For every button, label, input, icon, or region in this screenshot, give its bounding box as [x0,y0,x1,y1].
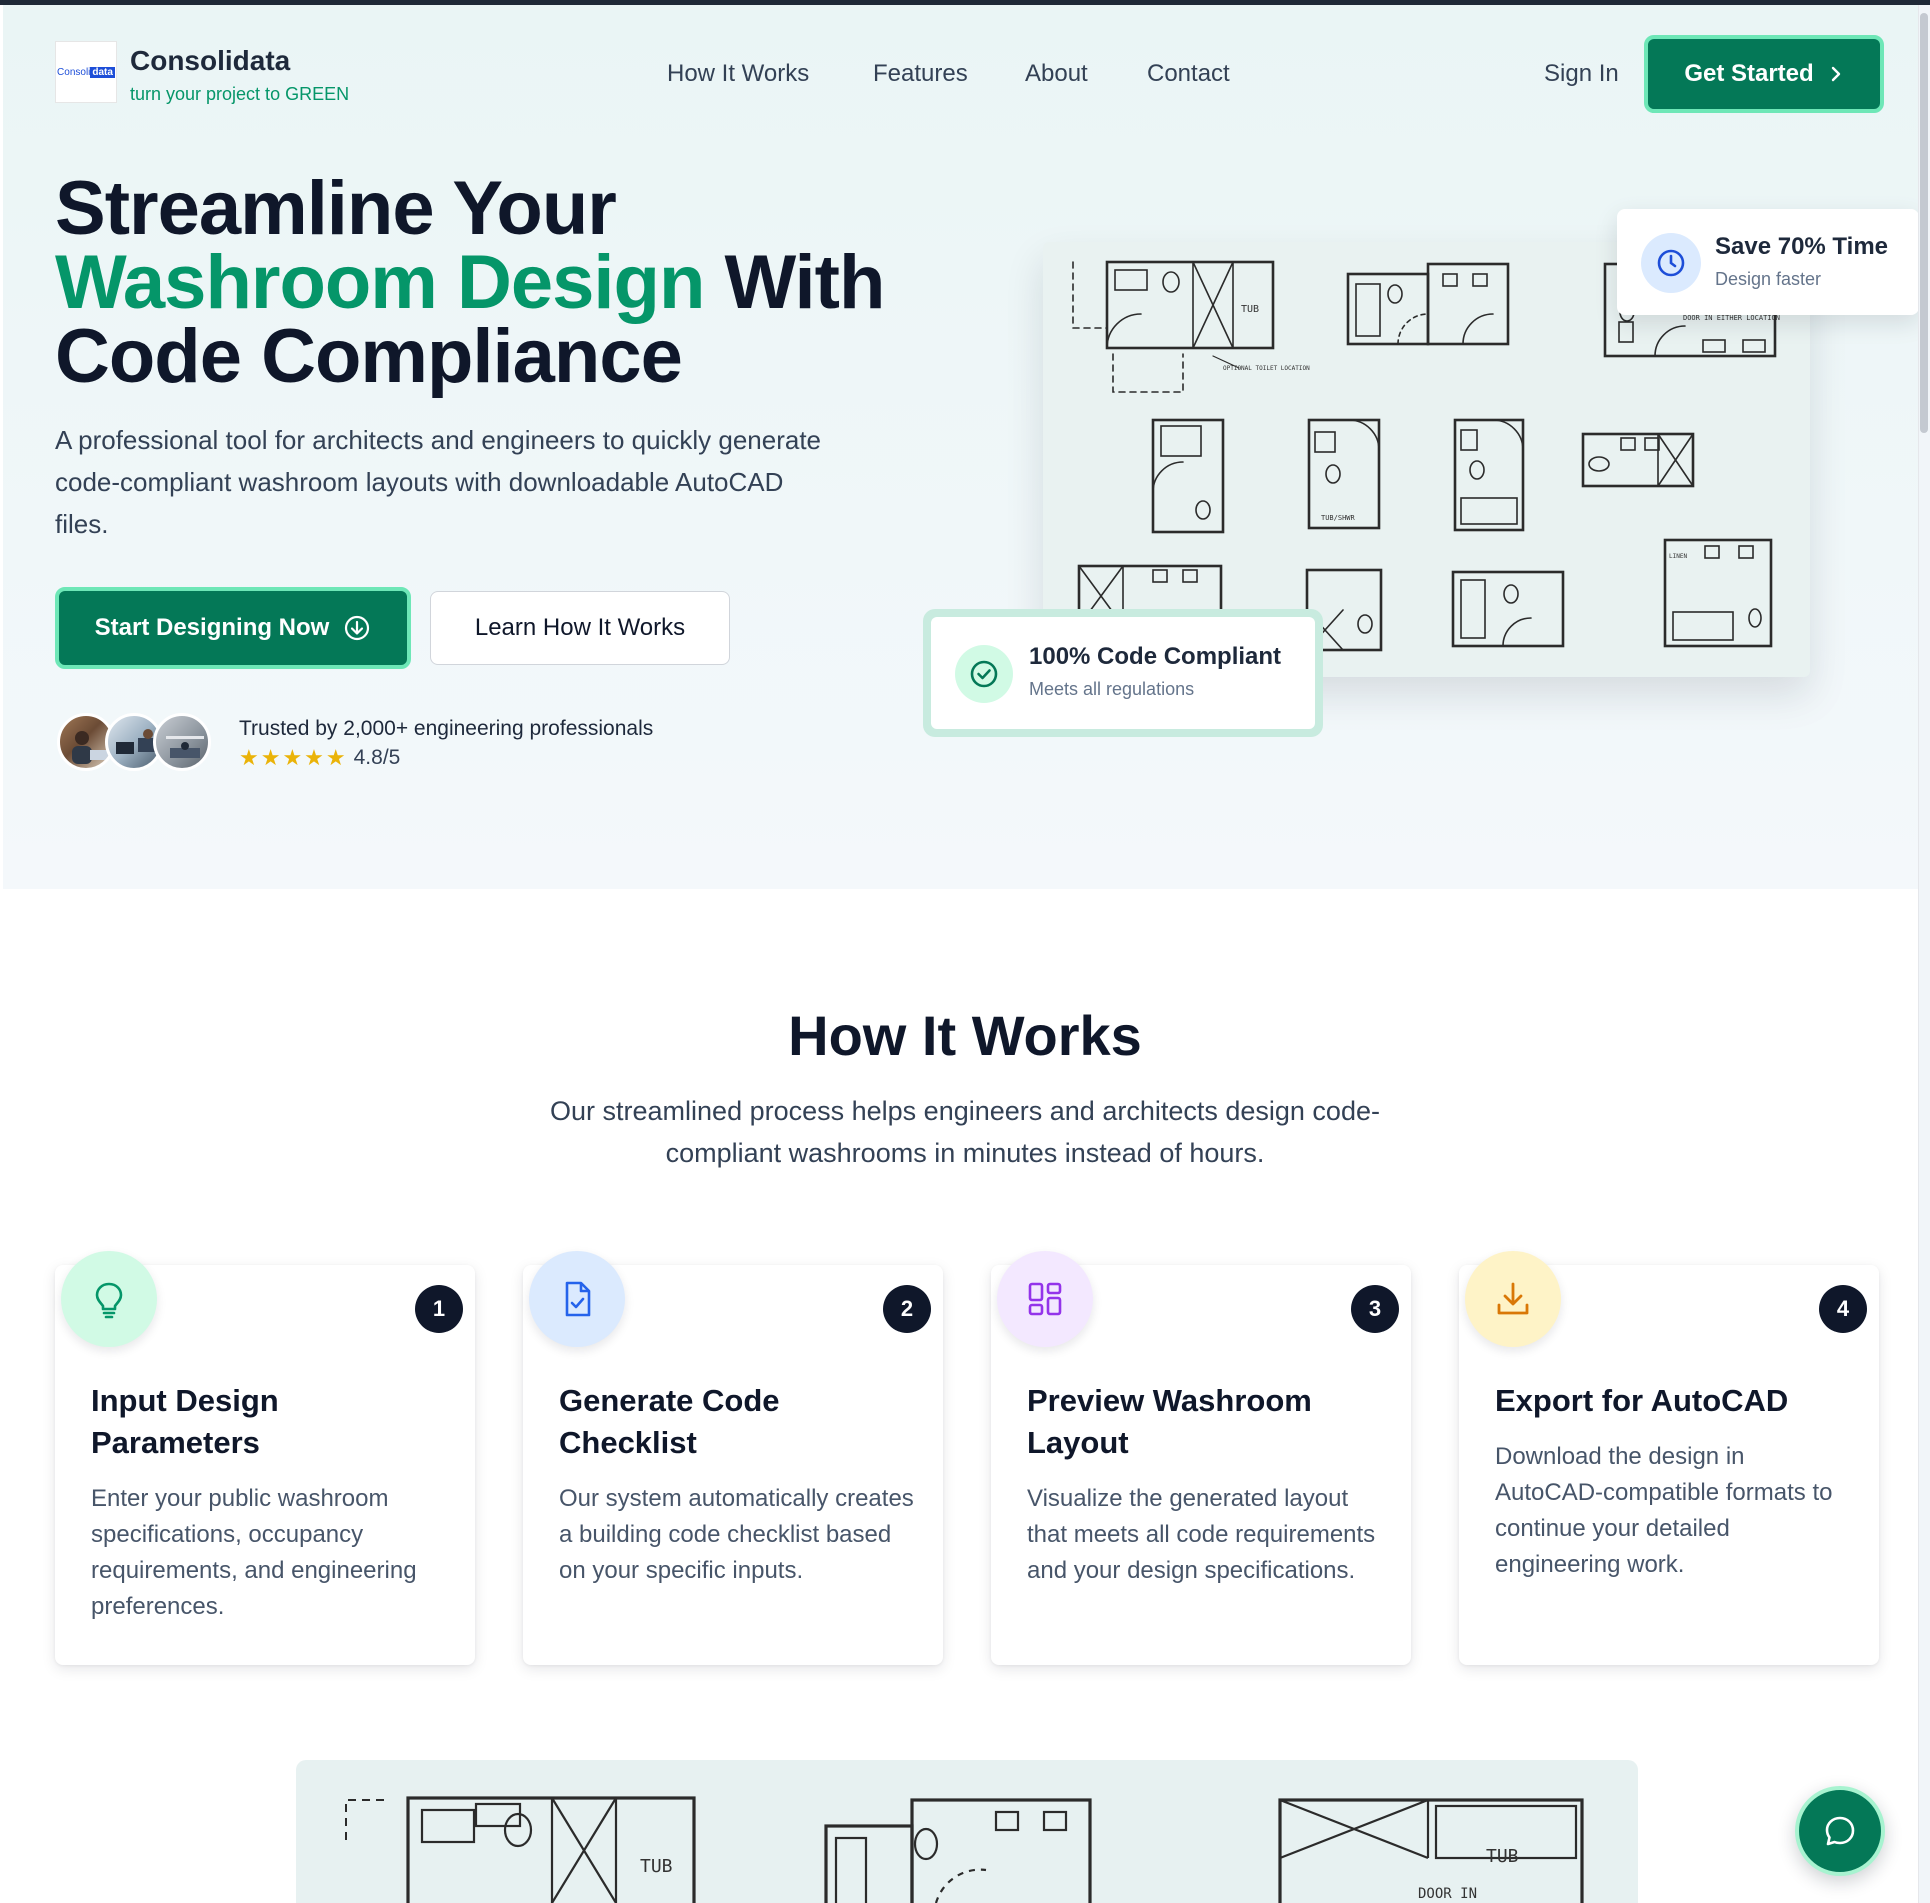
lightbulb-icon [61,1251,157,1347]
chat-button[interactable] [1795,1786,1885,1876]
hero-headline: Streamline Your Washroom Design With Cod… [55,171,885,395]
download-icon [1465,1251,1561,1347]
file-check-icon [529,1251,625,1347]
hero-description: A professional tool for architects and e… [55,425,822,539]
step-card: 1 Input Design Parameters Enter your pub… [55,1251,475,1665]
start-designing-button[interactable]: Start Designing Now [55,587,411,669]
sign-in-link[interactable]: Sign In [1544,60,1619,88]
step-card: 4 Export for AutoCAD Download the design… [1459,1251,1879,1665]
start-designing-label: Start Designing Now [94,614,330,641]
step-card: 3 Preview Washroom Layout Visualize the … [991,1251,1411,1665]
message-circle-icon [1825,1816,1855,1846]
step-number: 3 [1351,1285,1399,1333]
headline-line-3: Code Compliance [55,314,683,399]
time-savings-badge: Save 70% Time Design faster [1617,209,1919,315]
learn-how-it-works-button[interactable]: Learn How It Works [430,591,730,665]
nav-about[interactable]: About [1025,60,1088,88]
step-description: Enter your public washroom specification… [91,1485,417,1620]
how-it-works-subtitle: Our streamlined process helps engineers … [550,1096,1380,1168]
nav-contact[interactable]: Contact [1147,60,1230,88]
page-scrollbar[interactable] [1918,5,1930,1903]
get-started-button[interactable]: Get Started [1644,35,1884,113]
chevron-right-icon [1831,66,1840,82]
plan-label-linen: LINEN [1669,553,1687,560]
headline-highlight: Washroom Design [55,240,705,325]
code-compliant-badge: 100% Code Compliant Meets all regulation… [923,609,1323,737]
preview-label-tub-right: TUB [1486,1846,1519,1867]
check-circle-icon [955,645,1013,703]
site-header: Consoli data Consolidata turn your projec… [3,5,1918,145]
scrollbar-thumb[interactable] [1920,13,1928,433]
code-compliant-title: 100% Code Compliant [1029,643,1282,670]
plan-label-optional-toilet: OPTIONAL TOILET LOCATION [1223,365,1310,372]
step-description: Download the design in AutoCAD-compatibl… [1495,1443,1833,1578]
logo-wordmark: Consoli data [57,66,115,78]
time-savings-title: Save 70% Time [1715,233,1889,260]
plan-label-tub-shwr: TUB/SHWR [1321,514,1356,522]
hero-section: Consoli data Consolidata turn your projec… [3,5,1919,889]
step-title: Generate Code Checklist [559,1383,780,1460]
nav-how-it-works[interactable]: How It Works [667,60,809,88]
code-compliant-subtitle: Meets all regulations [1029,679,1195,699]
rating: ★★★★★ 4.8/5 [239,745,400,771]
rating-value: 4.8/5 [353,746,401,769]
brand-logo[interactable]: Consoli data [55,41,117,103]
plan-label-door-either: DOOR IN EITHER LOCATION [1683,314,1780,322]
customer-avatars [57,713,217,773]
trusted-by-text: Trusted by 2,000+ engineering profession… [239,717,654,740]
step-number: 1 [415,1285,463,1333]
plan-label-tub: TUB [1241,304,1259,315]
preview-label-tub: TUB [640,1856,673,1877]
headline-line-1: Streamline Your [55,166,617,251]
headline-with: With [704,240,885,325]
floor-plan-preview-sketch: TUB TUB DOOR IN [345,1796,1584,1903]
step-number: 2 [883,1285,931,1333]
brand-name[interactable]: Consolidata [130,45,290,77]
step-description: Visualize the generated layout that meet… [1027,1485,1376,1584]
get-started-label: Get Started [1684,60,1814,87]
step-title: Input Design Parameters [91,1383,279,1460]
clock-icon [1641,233,1701,293]
step-description: Our system automatically creates a build… [559,1485,914,1584]
brand-tagline: turn your project to GREEN [130,84,350,104]
avatar [153,713,211,771]
how-it-works-title: How It Works [788,1004,1142,1067]
step-title: Export for AutoCAD [1495,1383,1789,1418]
floor-plan-preview: TUB TUB DOOR IN [296,1760,1638,1903]
arrow-down-circle-icon [345,615,370,641]
step-title: Preview Washroom Layout [1027,1383,1312,1460]
step-number: 4 [1819,1285,1867,1333]
step-card: 2 Generate Code Checklist Our system aut… [523,1251,943,1665]
star-rating-icon: ★★★★★ [239,745,348,770]
nav-features[interactable]: Features [873,60,968,88]
time-savings-subtitle: Design faster [1715,269,1822,289]
layout-grid-icon [997,1251,1093,1347]
preview-label-door: DOOR IN [1418,1886,1477,1902]
